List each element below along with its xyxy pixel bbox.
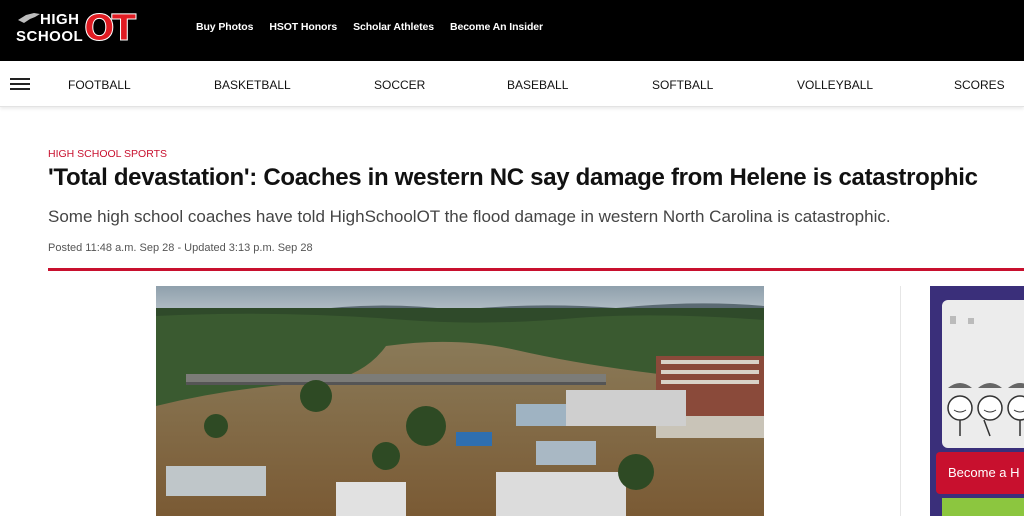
logo-text-high: HIGH (40, 11, 80, 28)
become-insider-link[interactable]: Become An Insider (450, 21, 543, 33)
top-header: HIGH SCHOOL OT Buy Photos HSOT Honors Sc… (0, 0, 1024, 61)
nav-scores[interactable]: SCORES (954, 78, 1005, 92)
scholar-athletes-link[interactable]: Scholar Athletes (353, 21, 434, 33)
flood-photo (156, 286, 764, 516)
logo-text-school: SCHOOL (16, 28, 84, 45)
nav-basketball[interactable]: BASKETBALL (214, 78, 291, 92)
logo-wordmark: HIGH SCHOOL (14, 9, 92, 49)
nav-volleyball[interactable]: VOLLEYBALL (797, 78, 873, 92)
hero-image-flood[interactable] (156, 286, 764, 516)
become-insider-button[interactable]: Become a H (936, 452, 1024, 494)
article-headline: 'Total devastation': Coaches in western … (48, 164, 978, 191)
insider-ad[interactable]: Become a H (930, 286, 1024, 516)
hamburger-menu-icon[interactable] (10, 78, 30, 92)
cartoon-characters-icon (947, 316, 1024, 437)
content-divider (900, 286, 901, 516)
sport-nav: FOOTBALL BASKETBALL SOCCER BASEBALL SOFT… (0, 61, 1024, 107)
nav-football[interactable]: FOOTBALL (68, 78, 131, 92)
highschoolot-logo[interactable]: HIGH SCHOOL OT (14, 8, 139, 49)
top-links: Buy Photos HSOT Honors Scholar Athletes … (196, 21, 543, 33)
hsot-honors-link[interactable]: HSOT Honors (269, 21, 337, 33)
ad-illustration-panel (942, 300, 1024, 448)
ad-grass-strip (942, 498, 1024, 516)
headline-divider (48, 268, 1024, 271)
article-kicker[interactable]: HIGH SCHOOL SPORTS (48, 148, 167, 160)
nav-softball[interactable]: SOFTBALL (652, 78, 713, 92)
article-dateline: Posted 11:48 a.m. Sep 28 - Updated 3:13 … (48, 242, 313, 254)
nav-baseball[interactable]: BASEBALL (507, 78, 568, 92)
logo-ot: OT (83, 8, 136, 49)
nav-soccer[interactable]: SOCCER (374, 78, 425, 92)
article-summary: Some high school coaches have told HighS… (48, 207, 891, 226)
buy-photos-link[interactable]: Buy Photos (196, 21, 253, 33)
